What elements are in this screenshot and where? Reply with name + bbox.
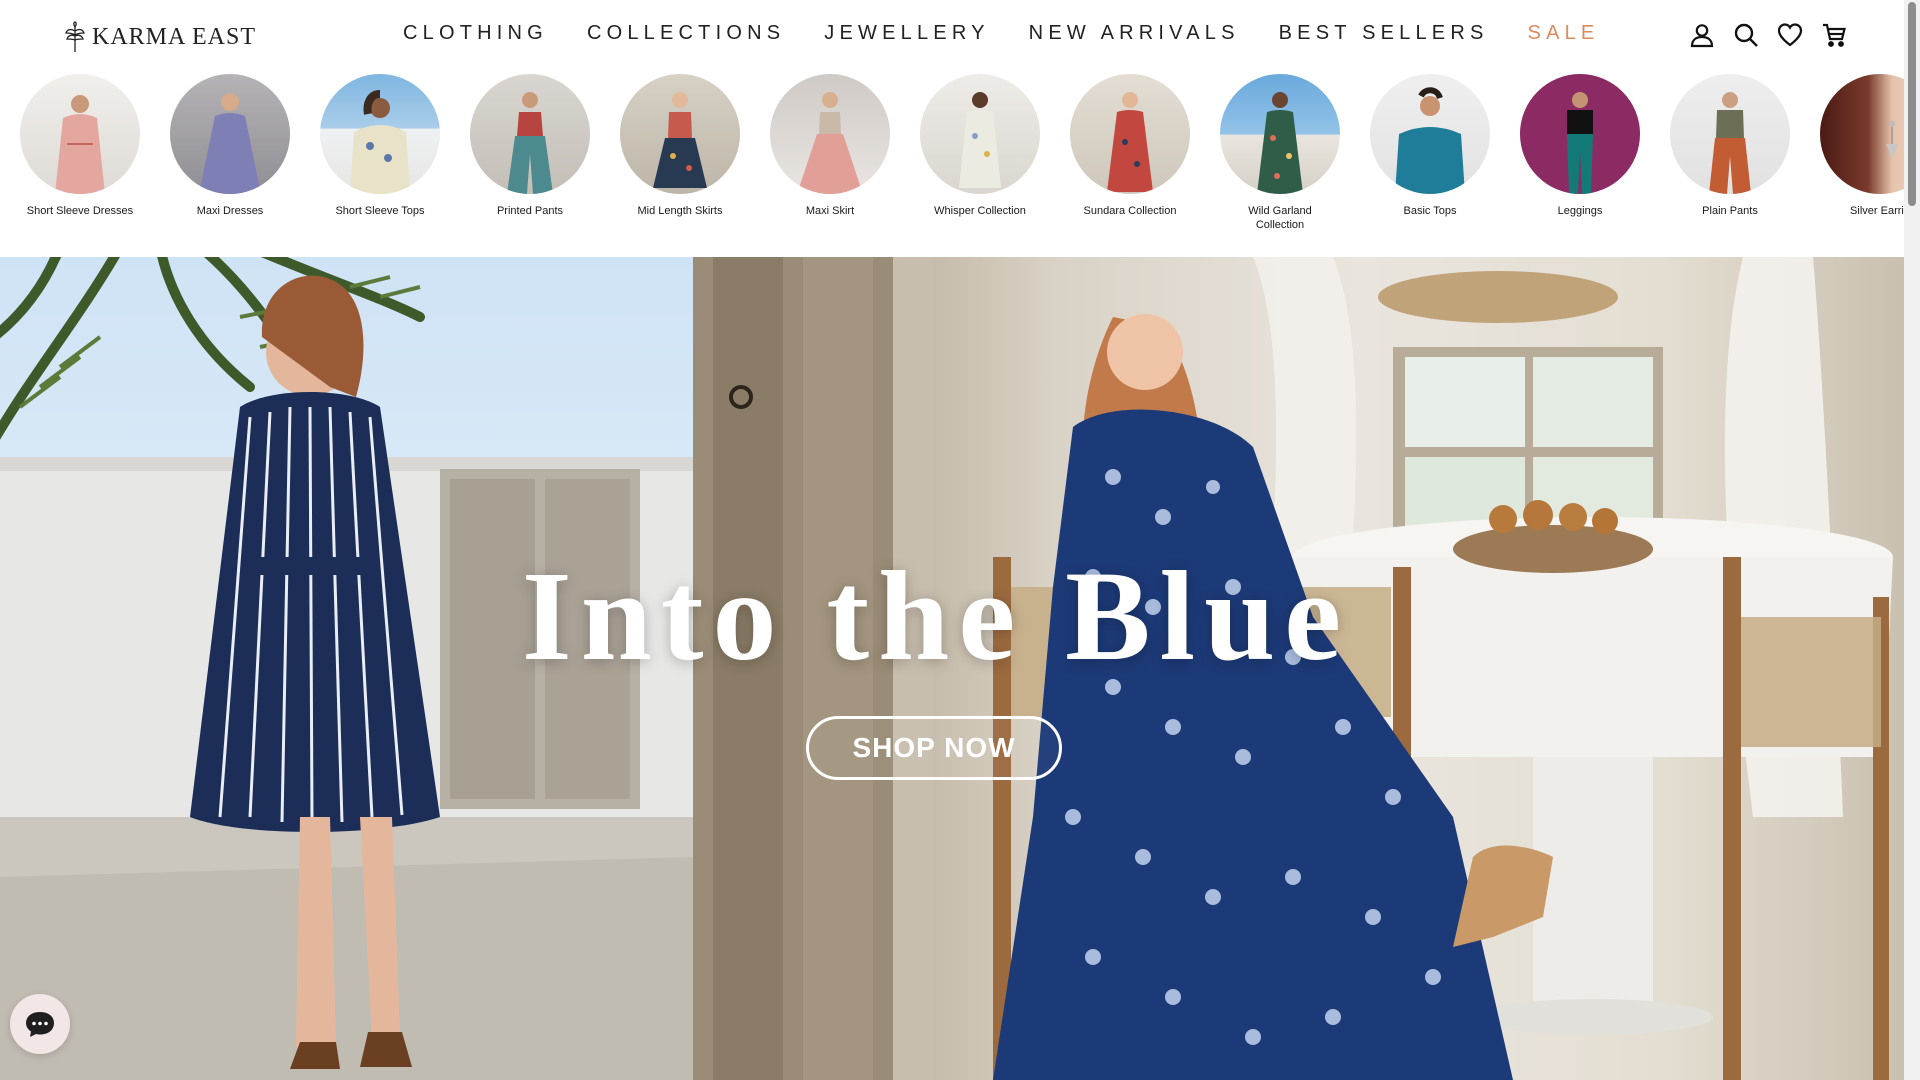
category-label: Sundara Collection	[1083, 205, 1177, 217]
heart-icon[interactable]	[1777, 22, 1803, 48]
nav-collections[interactable]: COLLECTIONS	[587, 22, 785, 45]
nav-best-sellers[interactable]: BEST SELLERS	[1279, 22, 1489, 45]
scrollbar-thumb[interactable]	[1908, 2, 1916, 206]
category-thumbnail	[20, 74, 140, 194]
category-label: Whisper Collection	[934, 205, 1026, 217]
search-icon[interactable]	[1733, 22, 1759, 48]
category-label: Basic Tops	[1403, 205, 1457, 217]
lotus-logo-icon	[65, 21, 85, 52]
category-label: Mid Length Skirts	[637, 205, 723, 217]
category-thumbnail	[770, 74, 890, 194]
category-carousel: Short Sleeve Dresses Maxi Dresses Short …	[0, 74, 1904, 256]
category-maxi-skirt[interactable]: Maxi Skirt	[755, 74, 905, 218]
site-header: KARMA EAST CLOTHING COLLECTIONS JEWELLER…	[0, 0, 1904, 74]
category-thumbnail	[470, 74, 590, 194]
category-label: Maxi Dresses	[196, 205, 264, 217]
main-nav: CLOTHING COLLECTIONS JEWELLERY NEW ARRIV…	[403, 22, 1599, 45]
category-thumbnail	[620, 74, 740, 194]
nav-jewellery[interactable]: JEWELLERY	[824, 22, 989, 45]
category-basic-tops[interactable]: Basic Tops	[1355, 74, 1505, 218]
category-thumbnail	[170, 74, 290, 194]
category-label: Leggings	[1557, 205, 1603, 217]
category-plain-pants[interactable]: Plain Pants	[1655, 74, 1805, 218]
category-label: Printed Pants	[496, 205, 564, 217]
category-thumbnail	[1670, 74, 1790, 194]
hero-title: Into the Blue	[521, 545, 1351, 687]
brand-name: KARMA EAST	[92, 23, 257, 50]
nav-clothing[interactable]: CLOTHING	[403, 22, 548, 45]
category-short-sleeve-dresses[interactable]: Short Sleeve Dresses	[5, 74, 155, 218]
hero-banner[interactable]: Into the Blue SHOP NOW	[0, 257, 1904, 1080]
category-sundara-collection[interactable]: Sundara Collection	[1055, 74, 1205, 218]
category-thumbnail	[320, 74, 440, 194]
category-thumbnail	[1520, 74, 1640, 194]
category-thumbnail	[1820, 74, 1904, 194]
account-icon[interactable]	[1689, 22, 1715, 48]
category-thumbnail	[1070, 74, 1190, 194]
chat-bubble-icon	[26, 1012, 54, 1037]
category-short-sleeve-tops[interactable]: Short Sleeve Tops	[305, 74, 455, 218]
category-label: Maxi Skirt	[805, 205, 855, 217]
category-label: Wild Garland Collection	[1248, 205, 1312, 231]
category-label: Silver Earrin	[1850, 205, 1904, 217]
nav-sale[interactable]: SALE	[1528, 22, 1600, 45]
category-printed-pants[interactable]: Printed Pants	[455, 74, 605, 218]
category-silver-earrings[interactable]: Silver Earrin	[1805, 74, 1904, 218]
chat-widget-button[interactable]	[10, 994, 70, 1054]
category-thumbnail	[1370, 74, 1490, 194]
shop-now-button[interactable]: SHOP NOW	[806, 716, 1062, 780]
header-icons	[1689, 22, 1847, 48]
category-thumbnail	[920, 74, 1040, 194]
brand-logo[interactable]: KARMA EAST	[64, 20, 256, 54]
category-whisper-collection[interactable]: Whisper Collection	[905, 74, 1055, 218]
category-label: Plain Pants	[1702, 205, 1758, 217]
nav-new-arrivals[interactable]: NEW ARRIVALS	[1029, 22, 1240, 45]
category-label: Short Sleeve Dresses	[26, 205, 134, 217]
category-thumbnail	[1220, 74, 1340, 194]
cart-icon[interactable]	[1821, 22, 1847, 48]
vertical-scrollbar[interactable]	[1904, 0, 1920, 1080]
category-leggings[interactable]: Leggings	[1505, 74, 1655, 218]
category-label: Short Sleeve Tops	[335, 205, 425, 217]
category-wild-garland-collection[interactable]: Wild Garland Collection	[1205, 74, 1355, 232]
category-mid-length-skirts[interactable]: Mid Length Skirts	[605, 74, 755, 218]
category-maxi-dresses[interactable]: Maxi Dresses	[155, 74, 305, 218]
